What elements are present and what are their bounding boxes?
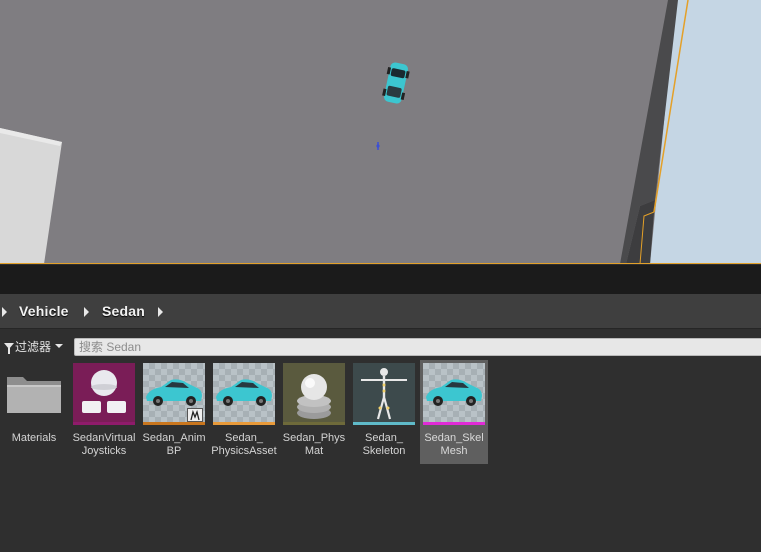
viewport-scene (0, 0, 761, 264)
car-icon (426, 379, 482, 406)
level-viewport[interactable] (0, 0, 761, 264)
breadcrumb-item-vehicle[interactable]: Vehicle (19, 303, 69, 319)
physics-asset-thumbnail (213, 363, 275, 425)
skeleton-thumbnail (353, 363, 415, 425)
floor-plane (0, 0, 676, 264)
asset-grid: Materials SedanVirtual Joysticks Sedan_A… (0, 360, 761, 552)
asset-type-strip (73, 422, 135, 425)
asset-label: Sedan_Skel Mesh (424, 432, 484, 457)
filter-icon (4, 343, 14, 354)
asset-sedan-skeleton[interactable]: Sedan_ Skeleton (350, 360, 418, 464)
touch-interface-thumbnail (73, 363, 135, 425)
asset-sedan-anim-bp[interactable]: Sedan_Anim BP (140, 360, 208, 464)
asset-label: SedanVirtual Joysticks (72, 432, 136, 457)
asset-type-strip (423, 422, 485, 425)
breadcrumb: Vehicle Sedan (0, 294, 761, 329)
panel-divider (0, 265, 761, 294)
asset-type-strip (353, 422, 415, 425)
breadcrumb-root-arrow[interactable] (2, 307, 7, 317)
breadcrumb-arrow[interactable] (84, 307, 89, 317)
asset-sedan-physics-asset[interactable]: Sedan_ PhysicsAsset (210, 360, 278, 464)
asset-label: Materials (11, 432, 57, 444)
asset-sedan-skel-mesh[interactable]: Sedan_Skel Mesh (420, 360, 488, 464)
asset-sedan-virtual-joysticks[interactable]: SedanVirtual Joysticks (70, 360, 138, 464)
chevron-down-icon (55, 344, 64, 348)
asset-type-strip (213, 422, 275, 425)
asset-type-strip (143, 422, 205, 425)
breadcrumb-arrow[interactable] (158, 307, 163, 317)
skeleton-icon (361, 368, 407, 420)
physical-material-thumbnail (283, 363, 345, 425)
asset-label: Sedan_ PhysicsAsset (211, 432, 277, 457)
asset-type-strip (283, 422, 345, 425)
animation-blueprint-thumbnail (143, 363, 205, 425)
filter-toolbar: 过滤器 (0, 330, 761, 360)
asset-folder-materials[interactable]: Materials (0, 360, 68, 464)
asset-label: Sedan_Anim BP (142, 432, 206, 457)
blueprint-badge-icon (187, 408, 203, 422)
search-input[interactable] (74, 338, 761, 356)
folder-icon (3, 363, 65, 425)
filters-label: 过滤器 (15, 339, 52, 354)
filters-button[interactable]: 过滤器 (4, 337, 64, 355)
asset-label: Sedan_Phys Mat (282, 432, 346, 457)
breadcrumb-item-sedan[interactable]: Sedan (102, 303, 145, 319)
car-icon (216, 379, 272, 406)
asset-sedan-phys-mat[interactable]: Sedan_Phys Mat (280, 360, 348, 464)
skeletal-mesh-thumbnail (423, 363, 485, 425)
asset-label: Sedan_ Skeleton (362, 432, 406, 457)
viewport-border (0, 263, 761, 264)
